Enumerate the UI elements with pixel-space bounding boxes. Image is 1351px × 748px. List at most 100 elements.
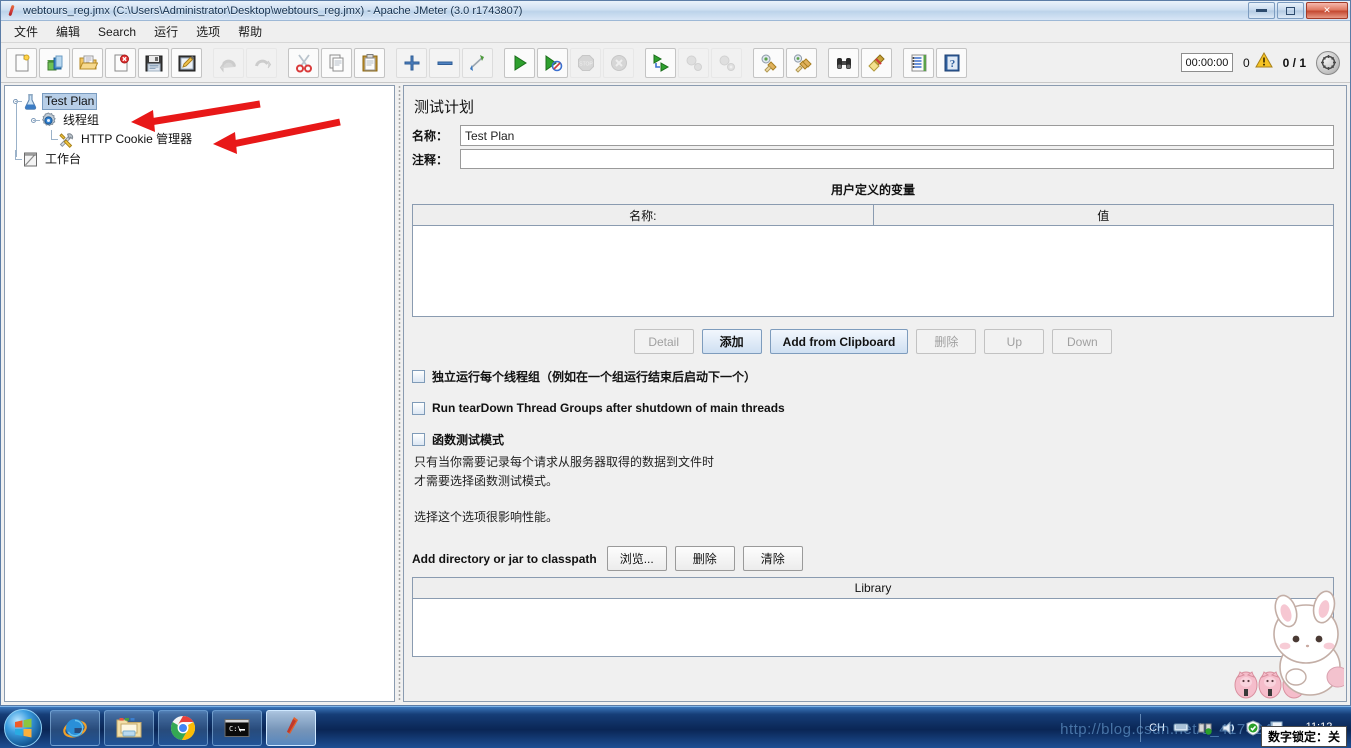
svg-text:?: ? xyxy=(949,58,955,70)
menu-search[interactable]: Search xyxy=(89,23,145,41)
minimize-button[interactable] xyxy=(1248,2,1275,19)
cut-scissors-icon[interactable] xyxy=(288,47,319,78)
checkbox-box-teardown[interactable] xyxy=(412,401,425,415)
tree-node-thread-group[interactable]: 线程组 xyxy=(9,111,394,130)
test-plan-tree-pane[interactable]: Test Plan 线程组 HTTP Cookie 管理器 工作台 xyxy=(4,85,395,702)
templates-icon[interactable] xyxy=(39,47,70,78)
detail-button[interactable]: Detail xyxy=(633,329,694,354)
expand-all-plus-icon[interactable] xyxy=(396,47,427,78)
library-table[interactable]: Library xyxy=(412,577,1334,657)
search-binoculars-icon[interactable] xyxy=(828,47,859,78)
tree-node-label-thread-group[interactable]: 线程组 xyxy=(60,112,102,129)
function-helper-icon[interactable] xyxy=(903,47,934,78)
classpath-clear-button[interactable]: 清除 xyxy=(742,546,803,571)
name-input[interactable] xyxy=(460,125,1334,146)
add-button[interactable]: 添加 xyxy=(701,329,762,354)
start-no-pauses-icon[interactable] xyxy=(537,47,568,78)
chrome-icon xyxy=(170,715,196,740)
column-header-name[interactable]: 名称: xyxy=(413,205,874,225)
copy-icon[interactable] xyxy=(321,47,352,78)
toggle-node-icon[interactable] xyxy=(462,47,493,78)
serialize-thread-groups-checkbox[interactable]: 独立运行每个线程组（例如在一个组运行结束后启动下一个） xyxy=(412,368,1334,385)
toolbar-group-undo xyxy=(212,47,278,78)
network-icon[interactable] xyxy=(1197,720,1213,736)
tree-elbow-workbench xyxy=(9,150,22,169)
up-button[interactable]: Up xyxy=(984,329,1045,354)
taskbar-file-explorer[interactable] xyxy=(104,709,154,746)
taskbar-internet-explorer[interactable] xyxy=(50,709,100,746)
start-remote-all-icon[interactable] xyxy=(645,47,676,78)
paste-clipboard-icon[interactable] xyxy=(354,47,385,78)
tree-expander-thread-group[interactable] xyxy=(27,114,40,127)
save-as-icon[interactable] xyxy=(171,47,202,78)
taskbar-jmeter[interactable] xyxy=(266,709,316,746)
toolbar-group-clear xyxy=(752,47,818,78)
delete-button[interactable]: 删除 xyxy=(916,329,977,354)
comment-input[interactable] xyxy=(460,149,1334,169)
tree-node-workbench[interactable]: 工作台 xyxy=(9,150,394,169)
classpath-delete-button[interactable]: 删除 xyxy=(674,546,735,571)
user-variables-body[interactable] xyxy=(413,226,1333,316)
thread-status-icon[interactable] xyxy=(1316,50,1340,75)
functional-test-mode-checkbox[interactable]: 函数测试模式 xyxy=(412,431,1334,448)
clear-icon[interactable] xyxy=(753,47,784,78)
checkbox-label-functional: 函数测试模式 xyxy=(432,433,505,447)
redo-icon[interactable] xyxy=(246,47,277,78)
save-icon[interactable] xyxy=(138,47,169,78)
tree-expander-test-plan[interactable] xyxy=(9,95,22,108)
tree-node-cookie-manager[interactable]: HTTP Cookie 管理器 xyxy=(9,130,394,149)
run-teardown-checkbox[interactable]: Run tearDown Thread Groups after shutdow… xyxy=(412,401,1334,415)
shutdown-remote-all-icon[interactable] xyxy=(711,47,742,78)
menu-help[interactable]: 帮助 xyxy=(229,21,271,42)
tree-node-test-plan[interactable]: Test Plan xyxy=(9,92,394,111)
close-button[interactable]: ✕ xyxy=(1306,2,1348,19)
screen-root: webtours_reg.jmx (C:\Users\Administrator… xyxy=(0,0,1351,748)
checkbox-label-serialize: 独立运行每个线程组（例如在一个组运行结束后启动下一个） xyxy=(432,370,757,384)
column-header-library[interactable]: Library xyxy=(413,578,1333,599)
variable-button-row: Detail 添加 Add from Clipboard 删除 Up Down xyxy=(412,329,1334,354)
taskbar-app-list: C:\ xyxy=(50,709,316,746)
start-play-icon[interactable] xyxy=(504,47,535,78)
volume-icon[interactable] xyxy=(1221,720,1237,736)
menu-options[interactable]: 选项 xyxy=(187,21,229,42)
down-button[interactable]: Down xyxy=(1052,329,1113,354)
split-pane-divider[interactable] xyxy=(395,85,403,702)
collapse-all-minus-icon[interactable] xyxy=(429,47,460,78)
system-tray: http://blog.csdn.net/u_417424... CH 数字锁定… xyxy=(1060,707,1351,748)
clear-all-icon[interactable] xyxy=(786,47,817,78)
tree-node-label-cookie-manager[interactable]: HTTP Cookie 管理器 xyxy=(78,131,195,148)
toolbar-group-file xyxy=(5,47,203,78)
user-variables-table[interactable]: 名称: 值 xyxy=(412,204,1334,317)
menu-edit[interactable]: 编辑 xyxy=(47,21,89,42)
menu-file[interactable]: 文件 xyxy=(5,21,47,42)
divider-grip[interactable] xyxy=(397,85,401,702)
close-document-icon[interactable] xyxy=(105,47,136,78)
stop-icon[interactable]: STOP xyxy=(570,47,601,78)
ime-keyboard-icon[interactable] xyxy=(1173,720,1189,736)
warning-indicator[interactable]: 0 xyxy=(1243,51,1273,74)
taskbar-chrome[interactable] xyxy=(158,709,208,746)
column-header-value[interactable]: 值 xyxy=(874,205,1334,225)
checkbox-box-serialize[interactable] xyxy=(412,370,425,383)
taskbar-command-prompt[interactable]: C:\ xyxy=(212,709,262,746)
checkbox-box-functional[interactable] xyxy=(412,433,425,446)
search-reset-broom-icon[interactable] xyxy=(861,47,892,78)
shutdown-icon[interactable] xyxy=(603,47,634,78)
tree-node-label-test-plan[interactable]: Test Plan xyxy=(42,93,98,110)
stop-remote-all-icon[interactable] xyxy=(678,47,709,78)
add-from-clipboard-button[interactable]: Add from Clipboard xyxy=(769,329,909,354)
thread-group-gear-icon xyxy=(40,112,57,129)
user-variables-title: 用户定义的变量 xyxy=(830,183,915,197)
browse-button[interactable]: 浏览... xyxy=(606,546,667,571)
menu-run[interactable]: 运行 xyxy=(145,21,187,42)
new-document-icon[interactable] xyxy=(6,47,37,78)
start-orb-button[interactable] xyxy=(4,708,42,747)
restore-button[interactable] xyxy=(1277,2,1304,19)
help-book-icon[interactable]: ? xyxy=(936,47,967,78)
open-folder-icon[interactable] xyxy=(72,47,103,78)
undo-icon[interactable] xyxy=(213,47,244,78)
tree-node-label-workbench[interactable]: 工作台 xyxy=(42,151,84,168)
warning-triangle-icon xyxy=(1254,51,1273,74)
checkbox-label-teardown: Run tearDown Thread Groups after shutdow… xyxy=(432,401,785,415)
security-shield-icon[interactable] xyxy=(1245,719,1261,736)
